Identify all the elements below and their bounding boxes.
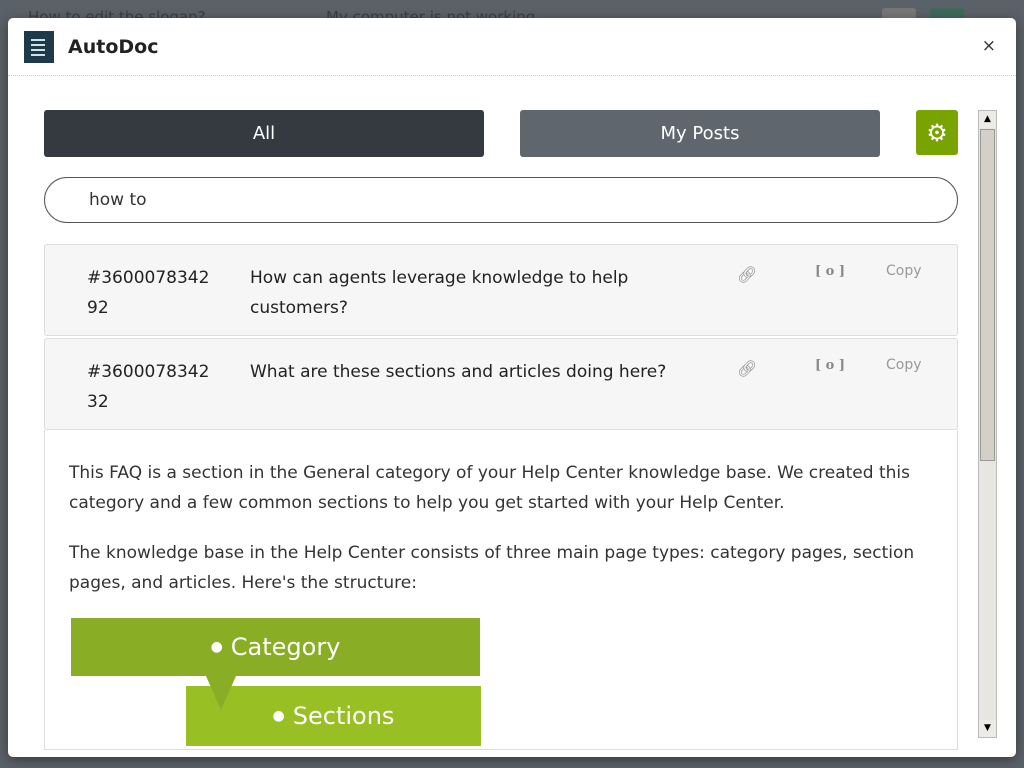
- tab-my-posts[interactable]: My Posts: [520, 110, 880, 157]
- article-title[interactable]: How can agents leverage knowledge to hel…: [250, 263, 670, 323]
- result-row[interactable]: #360007834232 What are these sections an…: [44, 338, 958, 430]
- article-id: #360007834292: [87, 268, 210, 318]
- scrollbar-thumb[interactable]: [980, 129, 995, 461]
- modal-title: AutoDoc: [68, 35, 159, 58]
- structure-diagram: ● Category ● Sections: [69, 618, 933, 748]
- article-title[interactable]: What are these sections and articles doi…: [250, 357, 670, 387]
- scroll-down-arrow-icon[interactable]: ▼: [979, 720, 996, 737]
- diagram-sections-label: Sections: [292, 702, 395, 730]
- copy-button[interactable]: Copy: [886, 357, 922, 373]
- globe-icon: ●: [210, 639, 223, 655]
- scroll-up-arrow-icon[interactable]: ▲: [979, 111, 996, 128]
- diagram-category-label: Category: [230, 633, 341, 661]
- diagram-arrow: [206, 676, 236, 710]
- embed-button[interactable]: [ o ]: [815, 358, 845, 373]
- article-paragraph: This FAQ is a section in the General cat…: [69, 463, 910, 513]
- result-row[interactable]: #360007834292 How can agents leverage kn…: [44, 244, 958, 336]
- article-body: This FAQ is a section in the General cat…: [44, 430, 958, 750]
- globe-icon: ●: [272, 708, 285, 724]
- close-icon[interactable]: ×: [982, 36, 996, 56]
- diagram-category: ● Category: [71, 618, 480, 676]
- embed-button[interactable]: [ o ]: [815, 264, 845, 279]
- search-input[interactable]: [44, 177, 958, 223]
- copy-button[interactable]: Copy: [886, 263, 922, 279]
- scrollbar[interactable]: ▲ ▼: [978, 110, 997, 738]
- document-logo-icon: [24, 30, 54, 63]
- modal-header: AutoDoc ×: [8, 18, 1016, 76]
- article-id: #360007834232: [87, 362, 210, 412]
- link-icon[interactable]: 🔗︎: [737, 359, 757, 378]
- article-paragraph: The knowledge base in the Help Center co…: [69, 543, 915, 593]
- autodoc-modal: AutoDoc × All My Posts ⚙ #360007834292 H…: [8, 18, 1016, 757]
- tab-all[interactable]: All: [44, 110, 484, 157]
- link-icon[interactable]: 🔗︎: [737, 265, 757, 284]
- results-list: #360007834292 How can agents leverage kn…: [44, 244, 958, 750]
- gear-icon[interactable]: ⚙: [916, 110, 958, 155]
